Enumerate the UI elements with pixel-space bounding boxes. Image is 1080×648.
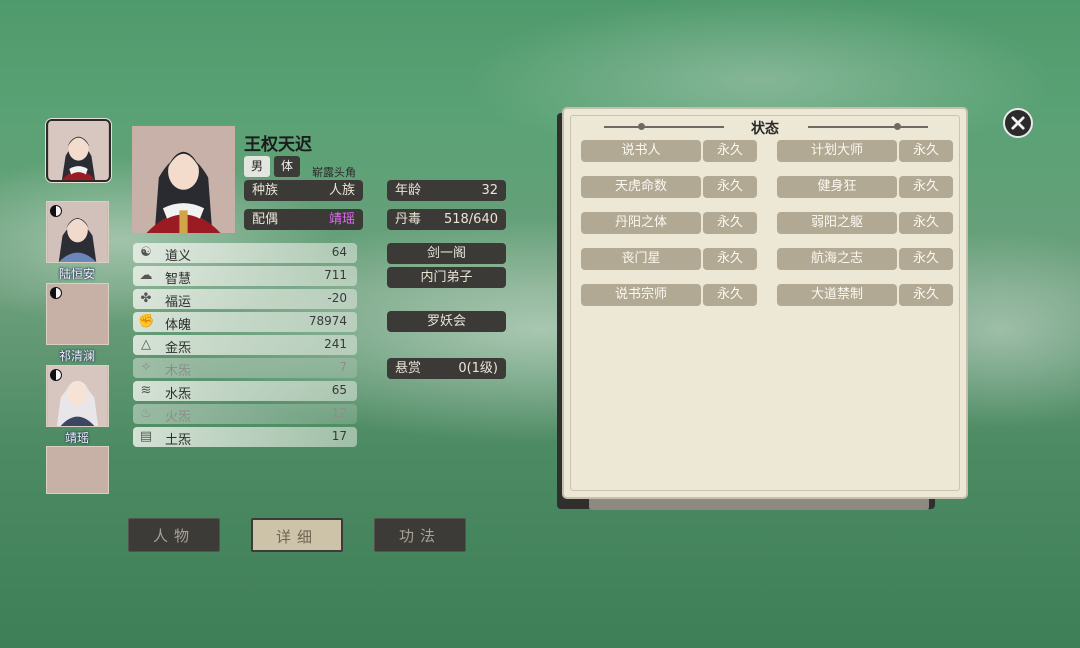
status-duration: 永久 [703,176,757,198]
party-member-portrait-empty[interactable] [46,283,109,345]
status-item[interactable]: 航海之志 [777,248,897,270]
attribute-row: ✤ 福运 -20 [133,289,357,310]
gender-tag: 男 [244,156,270,177]
tab-detail[interactable]: 详细 [251,518,343,552]
attribute-row: △ 金炁 241 [133,335,357,356]
status-item[interactable]: 丧门星 [581,248,701,270]
status-duration: 永久 [703,140,757,162]
attribute-value: 241 [324,337,347,351]
party-slot-empty[interactable] [46,446,109,494]
status-item[interactable]: 弱阳之躯 [777,212,897,234]
attribute-label: 福运 [165,295,192,310]
character-title: 崭露头角 [312,166,356,179]
attribute-value: 65 [331,383,347,397]
age-pill: 年龄 32 [387,180,506,201]
attribute-value: 711 [324,268,347,282]
close-button[interactable] [1003,108,1033,138]
status-duration: 永久 [899,176,953,198]
status-duration: 永久 [703,248,757,270]
race-pill: 种族 人族 [244,180,363,201]
party-member-portrait[interactable] [46,365,109,427]
party-member-name: 靖瑶 [64,431,89,445]
poison-label: 丹毒 [395,212,422,227]
type-tag: 体 [274,156,300,177]
status-duration: 永久 [899,140,953,162]
rank-pill: 内门弟子 [387,267,506,288]
attribute-label: 土炁 [165,433,192,448]
status-item[interactable]: 计划大师 [777,140,897,162]
water-icon: ≋ [140,383,152,398]
brain-icon: ☁ [139,268,153,283]
attribute-row: ☯ 道义 64 [133,243,357,264]
attribute-value: 78974 [308,314,347,328]
status-item[interactable]: 天虎命数 [581,176,701,198]
age-label: 年龄 [395,183,422,198]
attribute-value: 12 [331,406,347,420]
character-name: 王权天迟 [244,135,312,155]
wood-icon: ✧ [140,360,152,375]
tab-skills[interactable]: 功法 [374,518,466,552]
attribute-label: 木炁 [165,364,192,379]
earth-icon: ▤ [139,429,153,444]
race-value: 人族 [328,183,355,198]
party-member-name: 祁清澜 [58,349,95,363]
attribute-row: ♨ 火炁 12 [133,404,357,425]
character-portrait-icon [49,121,108,180]
attribute-value: 7 [339,360,347,374]
attribute-value: -20 [327,291,347,305]
poison-value: 518/640 [443,212,498,227]
status-item[interactable]: 健身狂 [777,176,897,198]
sect-pill[interactable]: 剑一阁 [387,243,506,264]
clover-icon: ✤ [140,291,152,306]
spouse-label: 配偶 [252,212,279,227]
party-member-name: 陆恒安 [58,267,95,281]
poison-pill: 丹毒 518/640 [387,209,506,230]
metal-icon: △ [141,337,151,352]
yinyang-icon [50,287,62,299]
bounty-label: 悬赏 [395,361,422,376]
status-item[interactable]: 大道禁制 [777,284,897,306]
attribute-label: 体魄 [165,318,192,333]
status-duration: 永久 [899,284,953,306]
fist-icon: ✊ [138,314,155,329]
attribute-row: ☁ 智慧 711 [133,266,357,287]
character-portrait-icon [132,126,235,233]
status-duration: 永久 [899,248,953,270]
party-member-portrait[interactable] [46,201,109,263]
spouse-pill[interactable]: 配偶 靖瑶 [244,209,363,230]
taiji-icon: ☯ [140,245,152,260]
bounty-value: 0(1级) [458,361,498,376]
tab-character[interactable]: 人物 [128,518,220,552]
attribute-row: ▤ 土炁 17 [133,427,357,448]
attribute-label: 水炁 [165,387,192,402]
yinyang-icon [50,369,62,381]
status-item[interactable]: 丹阳之体 [581,212,701,234]
attribute-label: 火炁 [165,410,192,425]
race-label: 种族 [252,183,279,198]
attribute-row: ≋ 水炁 65 [133,381,357,402]
status-item[interactable]: 说书宗师 [581,284,701,306]
spouse-value: 靖瑶 [328,212,355,227]
attribute-label: 智慧 [165,272,192,287]
attribute-label: 道义 [165,249,192,264]
attribute-row: ✊ 体魄 78974 [133,312,357,333]
status-duration: 永久 [703,212,757,234]
status-panel-title: 状态 [751,121,779,137]
attribute-row: ✧ 木炁 7 [133,358,357,379]
status-duration: 永久 [899,212,953,234]
fire-icon: ♨ [140,406,152,421]
attribute-label: 金炁 [165,341,192,356]
main-character-portrait [132,126,235,233]
age-value: 32 [481,183,498,198]
close-icon [1011,116,1025,130]
party-slot-main[interactable] [46,119,111,182]
bounty-pill: 悬赏 0(1级) [387,358,506,379]
status-panel: 状态 说书人 永久 计划大师 永久 天虎命数 永久 健身狂 永久 丹阳之体 永久… [562,107,968,499]
status-duration: 永久 [703,284,757,306]
organization-pill[interactable]: 罗妖会 [387,311,506,332]
attribute-value: 17 [331,429,347,443]
status-item[interactable]: 说书人 [581,140,701,162]
attribute-value: 64 [331,245,347,259]
yinyang-icon [50,205,62,217]
